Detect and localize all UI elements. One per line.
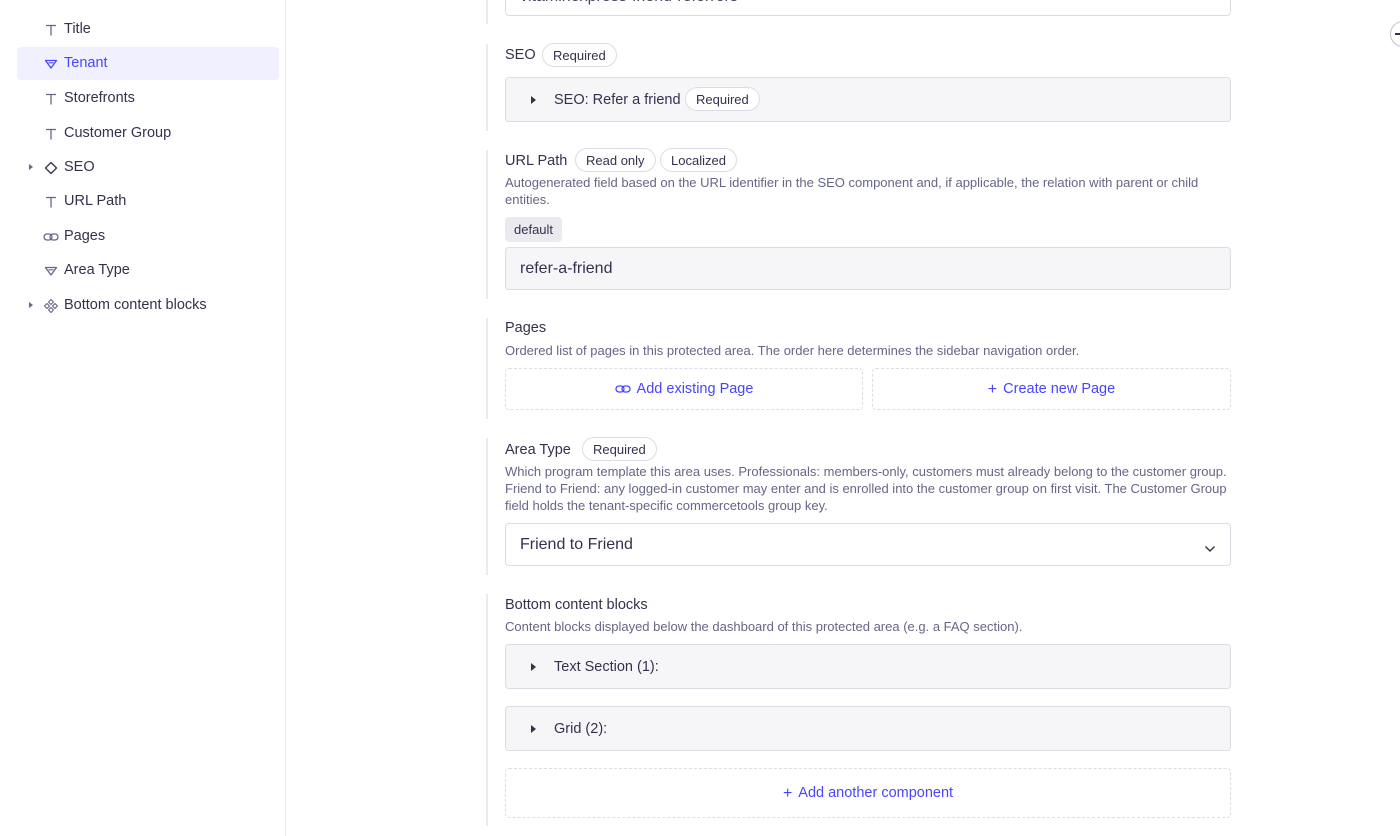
title-input[interactable]: vitaminexpress-friend-referrers	[505, 0, 1231, 16]
sidebar-item-label: Customer Group	[64, 125, 172, 141]
sidebar-item-tenant[interactable]: Tenant	[17, 47, 279, 80]
section-divider	[486, 150, 488, 299]
expand-caret-icon[interactable]	[531, 96, 536, 104]
text-icon	[42, 193, 59, 210]
section-divider	[486, 0, 488, 24]
plus-icon: +	[987, 380, 998, 398]
add-existing-page-button[interactable]: Add existing Page	[505, 368, 863, 410]
pages-label: Pages	[505, 320, 547, 336]
bottom-blocks-hint: Content blocks displayed below the dashb…	[505, 619, 1023, 634]
url-path-hint: Autogenerated field based on the URL ide…	[505, 175, 1199, 207]
area-type-selected-value: Friend to Friend	[520, 536, 633, 553]
text-icon	[42, 21, 59, 38]
sidebar-item-storefronts[interactable]: Storefronts	[17, 82, 279, 115]
url-path-input[interactable]: refer-a-friend	[505, 247, 1231, 290]
component-icon	[42, 159, 59, 176]
sidebar-item-label: Pages	[64, 228, 106, 244]
section-divider	[486, 44, 488, 131]
seo-label: SEO	[505, 47, 536, 63]
section-divider	[486, 594, 488, 826]
area-type-hint: Which program template this area uses. P…	[505, 464, 1227, 513]
sidebar-item-label: Area Type	[64, 262, 130, 278]
dynamic-zone-icon	[42, 297, 59, 314]
required-badge: Required	[542, 43, 617, 67]
sidebar-item-pages[interactable]: Pages	[17, 220, 279, 253]
seo-component-title: SEO: Refer a friend	[554, 92, 681, 108]
sidebar-item-seo[interactable]: SEO	[17, 151, 279, 184]
text-icon	[42, 90, 59, 107]
add-existing-page-label: Add existing Page	[636, 381, 754, 397]
expand-caret-icon[interactable]	[29, 164, 33, 170]
sidebar-item-label: Tenant	[64, 55, 108, 71]
url-path-value: refer-a-friend	[520, 260, 613, 277]
bottom-blocks-label: Bottom content blocks	[505, 597, 648, 613]
sidebar-item-url-path[interactable]: URL Path	[17, 185, 279, 218]
area-type-label: Area Type	[505, 442, 571, 458]
relation-icon	[42, 228, 59, 245]
plus-icon: +	[782, 784, 793, 802]
chevron-down-icon	[1204, 540, 1216, 558]
required-badge: Required	[582, 437, 657, 461]
link-icon	[614, 382, 631, 396]
sidebar-item-label: Storefronts	[64, 90, 135, 106]
sidebar-item-customer-group[interactable]: Customer Group	[17, 117, 279, 150]
sidebar-item-label: Title	[64, 21, 91, 37]
seo-component-accordion[interactable]: SEO: Refer a friend Required	[505, 77, 1231, 122]
pages-hint: Ordered list of pages in this protected …	[505, 343, 1080, 358]
required-badge: Required	[685, 87, 760, 111]
locale-chip: default	[505, 217, 563, 242]
add-another-component-button[interactable]: + Add another component	[505, 768, 1231, 818]
sidebar-item-label: Bottom content blocks	[64, 297, 207, 313]
create-new-page-label: Create new Page	[1003, 381, 1116, 397]
read-only-badge: Read only	[575, 148, 656, 172]
field-navigation-sidebar: Title Tenant Storefronts Customer Group …	[0, 0, 286, 836]
section-divider	[486, 438, 488, 575]
title-input-value: vitaminexpress-friend-referrers	[520, 0, 738, 7]
collapse-panel-button[interactable]	[1390, 21, 1400, 47]
dynamic-zone-item[interactable]: Grid (2):	[505, 706, 1231, 751]
expand-caret-icon[interactable]	[531, 663, 536, 671]
area-type-select[interactable]: Friend to Friend	[505, 523, 1231, 566]
sidebar-item-label: SEO	[64, 159, 95, 175]
text-icon	[42, 125, 59, 142]
expand-caret-icon[interactable]	[531, 725, 536, 733]
create-new-page-button[interactable]: + Create new Page	[872, 368, 1231, 410]
sidebar-item-area-type[interactable]: Area Type	[17, 254, 279, 287]
dynamic-zone-item-title: Text Section (1):	[554, 659, 659, 675]
dynamic-zone-item-title: Grid (2):	[554, 721, 608, 737]
enumeration-icon	[42, 262, 59, 279]
section-divider	[486, 318, 488, 419]
dynamic-zone-item[interactable]: Text Section (1):	[505, 644, 1231, 689]
url-path-label: URL Path	[505, 153, 568, 169]
localized-badge: Localized	[660, 148, 737, 172]
enumeration-icon	[42, 55, 59, 72]
sidebar-item-label: URL Path	[64, 193, 127, 209]
add-another-component-label: Add another component	[798, 785, 954, 801]
minus-icon	[1395, 33, 1400, 35]
sidebar-item-bottom-content-blocks[interactable]: Bottom content blocks	[17, 289, 279, 322]
expand-caret-icon[interactable]	[29, 302, 33, 308]
sidebar-item-title[interactable]: Title	[17, 13, 279, 46]
